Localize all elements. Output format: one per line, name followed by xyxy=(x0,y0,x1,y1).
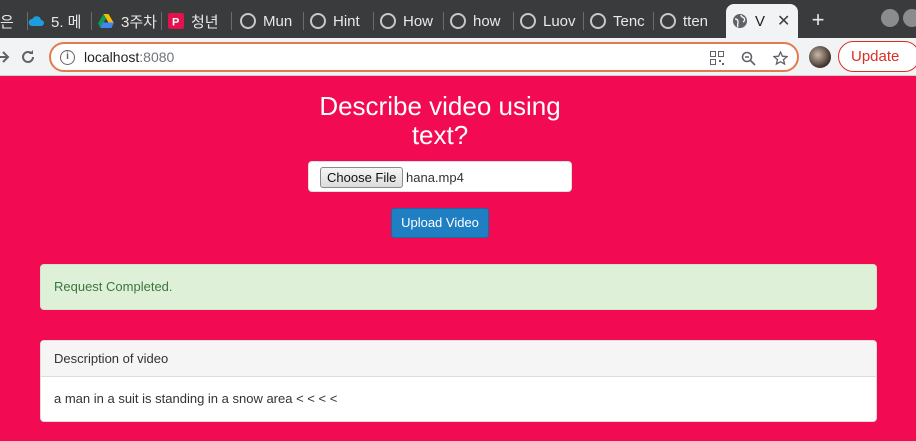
github-icon xyxy=(380,13,396,29)
github-icon xyxy=(590,13,606,29)
tab-7[interactable]: how xyxy=(444,4,514,38)
qr-code-icon[interactable] xyxy=(708,49,726,67)
panel-heading: Description of video xyxy=(41,341,876,377)
description-text: a man in a suit is standing in a snow ar… xyxy=(54,391,338,406)
tab-6[interactable]: How xyxy=(374,4,444,38)
p-logo-icon: P xyxy=(168,13,184,29)
upload-video-button[interactable]: Upload Video xyxy=(391,208,489,238)
success-alert: Request Completed. xyxy=(40,264,877,310)
cloud-icon xyxy=(28,13,44,29)
tab-label: 3주차 xyxy=(121,13,157,31)
tab-5[interactable]: Hint xyxy=(304,4,374,38)
maximize-icon[interactable] xyxy=(903,9,916,27)
browser-toolbar: i localhost:8080 Update xyxy=(0,38,916,76)
update-button[interactable]: Update xyxy=(838,41,916,72)
choose-file-button[interactable]: Choose File xyxy=(320,167,404,188)
new-tab-button[interactable]: + xyxy=(806,6,830,34)
tab-1[interactable]: 5. 메 xyxy=(22,4,92,38)
forward-icon[interactable] xyxy=(0,46,14,68)
tab-label: Mun xyxy=(263,12,293,30)
tab-label: Tenc xyxy=(613,12,645,30)
globe-icon xyxy=(732,13,748,29)
star-icon[interactable] xyxy=(771,49,789,67)
tab-label: 5. 메 xyxy=(51,13,82,31)
url-host: localhost xyxy=(84,49,140,65)
minimize-icon[interactable] xyxy=(881,9,899,27)
tab-label: Hint xyxy=(333,12,360,30)
tab-strip: 은 5. 메 3주차 P 청년 Mun Hint How how Luov Te… xyxy=(0,0,916,38)
tab-9[interactable]: Tenc xyxy=(584,4,654,38)
reload-icon[interactable] xyxy=(17,46,39,68)
tab-10[interactable]: tten xyxy=(654,4,724,38)
tab-label: how xyxy=(473,12,501,30)
tab-label: tten xyxy=(683,12,709,30)
tab-2[interactable]: 3주차 xyxy=(92,4,162,38)
tab-4[interactable]: Mun xyxy=(234,4,304,38)
tab-label: V xyxy=(755,12,766,30)
url-port: :8080 xyxy=(139,49,175,65)
page-title: Describe video using text? xyxy=(319,91,561,150)
tab-label: 청년 xyxy=(191,13,219,31)
file-name: hana.mp4 xyxy=(406,170,464,185)
github-icon xyxy=(310,13,326,29)
zoom-out-icon[interactable] xyxy=(739,49,757,67)
drive-icon xyxy=(98,13,114,29)
file-input[interactable]: Choose File hana.mp4 xyxy=(308,161,572,192)
close-icon[interactable]: ✕ xyxy=(777,11,790,31)
github-icon xyxy=(660,13,676,29)
github-icon xyxy=(520,13,536,29)
tab-label: Luov xyxy=(543,12,576,30)
url-text: localhost:8080 xyxy=(84,49,174,65)
tab-label: How xyxy=(403,12,434,30)
github-icon xyxy=(450,13,466,29)
address-bar[interactable]: i localhost:8080 xyxy=(49,42,799,72)
tab-active[interactable]: V ✕ xyxy=(726,4,798,38)
tab-label: 은 xyxy=(0,13,14,31)
avatar[interactable] xyxy=(809,46,831,68)
description-panel: Description of video a man in a suit is … xyxy=(40,340,877,422)
info-icon[interactable]: i xyxy=(60,50,75,65)
tab-separator xyxy=(231,12,232,30)
github-icon xyxy=(240,13,256,29)
svg-text:P: P xyxy=(172,17,179,29)
tab-8[interactable]: Luov xyxy=(514,4,584,38)
tab-3[interactable]: P 청년 xyxy=(162,4,232,38)
